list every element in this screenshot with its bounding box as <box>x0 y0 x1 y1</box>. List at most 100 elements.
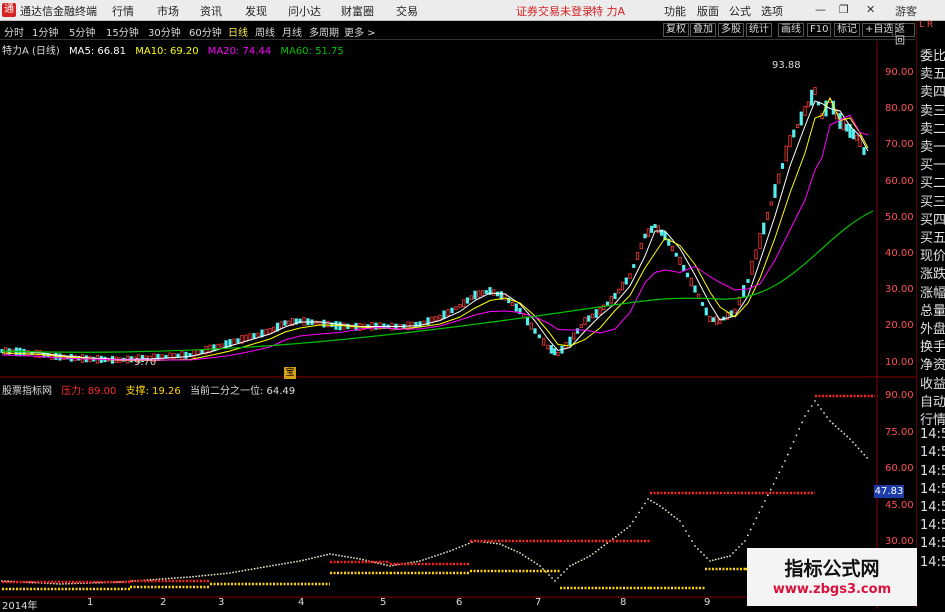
candle <box>514 303 518 312</box>
side-panel-item[interactable]: 买二 <box>920 172 945 191</box>
indicator-dot <box>766 494 769 497</box>
indicator-dot <box>314 556 316 559</box>
side-panel-item[interactable]: 卖一 <box>920 136 945 155</box>
indicator-dot <box>290 561 292 564</box>
side-panel-item[interactable]: 卖二 <box>920 118 945 137</box>
side-panel-item[interactable]: 行情 <box>920 409 945 428</box>
menu-news[interactable]: 资讯 <box>200 3 222 19</box>
menu-wealth-circle[interactable]: 财富圈 <box>341 3 374 19</box>
side-panel-item[interactable]: 涨跌 <box>920 263 945 282</box>
menu-formula[interactable]: 公式 <box>729 3 751 19</box>
indicator-dot <box>810 405 813 407</box>
side-panel-item[interactable]: 外盘 <box>920 318 945 337</box>
side-panel-item[interactable]: 自动 <box>920 391 945 410</box>
indicator-dot <box>632 520 634 523</box>
side-panel-item[interactable]: 卖五 <box>920 63 945 82</box>
indicator-dot <box>641 507 643 509</box>
indicator-dot <box>244 569 247 572</box>
indicator-dot <box>697 548 699 550</box>
menu-market-quotes[interactable]: 行情 <box>112 3 134 19</box>
indicator-dot <box>281 563 283 565</box>
candle <box>216 343 220 350</box>
indicator-dot <box>216 573 219 576</box>
side-panel-item[interactable]: 现价 <box>920 245 945 264</box>
menu-function[interactable]: 功能 <box>664 3 686 19</box>
menu-xiaoda[interactable]: 问小达 <box>288 3 321 19</box>
indicator-dot <box>204 574 207 577</box>
indicator-dot <box>362 558 364 561</box>
candle <box>746 279 750 283</box>
indicator-dot <box>560 574 562 576</box>
indicator-dot <box>353 557 355 559</box>
kline-chart[interactable] <box>0 21 916 609</box>
candle <box>232 338 236 345</box>
minimize-icon[interactable]: — <box>815 3 826 16</box>
side-panel-item[interactable]: 买一 <box>920 154 945 173</box>
candle <box>533 328 537 334</box>
side-panel-item[interactable]: 14:50 <box>920 427 945 442</box>
side-panel-item[interactable]: 14:50 <box>920 555 945 570</box>
indicator-dot <box>691 540 693 542</box>
candle <box>422 320 426 325</box>
indicator-dot <box>714 558 717 561</box>
menu-layout[interactable]: 版面 <box>697 3 719 19</box>
side-panel-item[interactable]: 总量 <box>920 300 945 319</box>
side-panel-item[interactable]: 收益 <box>920 373 945 392</box>
candle <box>758 233 762 249</box>
candle <box>594 309 598 318</box>
indicator-dot <box>653 501 655 504</box>
indicator-dot <box>729 555 731 557</box>
side-panel-item[interactable]: 14:50 <box>920 500 945 515</box>
menu-trade[interactable]: 交易 <box>396 3 418 19</box>
candle <box>477 290 481 298</box>
indicator-dot <box>851 441 854 444</box>
candle <box>572 332 576 340</box>
indicator-dot <box>446 551 448 553</box>
panel-lr-toggle[interactable]: L R <box>919 21 933 30</box>
side-panel-item[interactable]: 14:50 <box>920 536 945 551</box>
indicator-dot <box>600 546 603 549</box>
side-panel-item[interactable]: 14:50 <box>920 482 945 497</box>
indicator-dot <box>857 447 860 450</box>
guest-button[interactable]: 游客 <box>895 3 917 19</box>
side-panel-item[interactable]: 14:50 <box>920 518 945 533</box>
price-axis-label: 10.00 <box>885 356 914 368</box>
candle <box>454 306 458 311</box>
indicator-dot <box>623 529 626 532</box>
candle <box>742 285 746 297</box>
indicator-dot <box>179 576 182 579</box>
price-axis-label: 30.00 <box>885 284 914 296</box>
indicator-dot <box>659 505 661 507</box>
side-panel-item[interactable]: 买五 <box>920 227 945 246</box>
indicator-dot <box>673 515 676 518</box>
restore-icon[interactable]: ❐ <box>839 3 849 16</box>
menu-discover[interactable]: 发现 <box>245 3 267 19</box>
indicator-dot <box>620 531 623 534</box>
side-panel-item[interactable]: 卖四 <box>920 81 945 100</box>
indicator-dot <box>831 422 834 425</box>
indicator-dot <box>781 465 784 468</box>
indicator-dot <box>305 558 307 561</box>
candle <box>602 304 606 310</box>
candle <box>780 163 785 169</box>
close-icon[interactable]: ✕ <box>866 3 875 16</box>
side-panel-item[interactable]: 14:50 <box>920 464 945 479</box>
time-axis-label: 4 <box>298 597 305 608</box>
candle <box>632 264 636 268</box>
indicator-dot <box>167 577 170 580</box>
menu-market[interactable]: 市场 <box>157 3 179 19</box>
side-panel-item[interactable]: 买三 <box>920 191 945 210</box>
side-panel-item[interactable]: 净资 <box>920 354 945 373</box>
side-panel-item[interactable]: 买四 <box>920 209 945 228</box>
side-panel-item[interactable]: 委比 <box>920 45 945 64</box>
menu-options[interactable]: 选项 <box>761 3 783 19</box>
side-panel-item[interactable]: 14:50 <box>920 445 945 460</box>
indicator-dot <box>670 513 673 516</box>
candle <box>643 233 647 239</box>
indicator-dot <box>820 408 822 410</box>
side-panel-item[interactable]: 涨幅 <box>920 282 945 301</box>
indicator-dot <box>449 550 451 552</box>
side-panel-item[interactable]: 换手 <box>920 336 945 355</box>
side-panel-item[interactable]: 卖三 <box>920 100 945 119</box>
event-marker[interactable]: 宝 <box>284 367 296 379</box>
